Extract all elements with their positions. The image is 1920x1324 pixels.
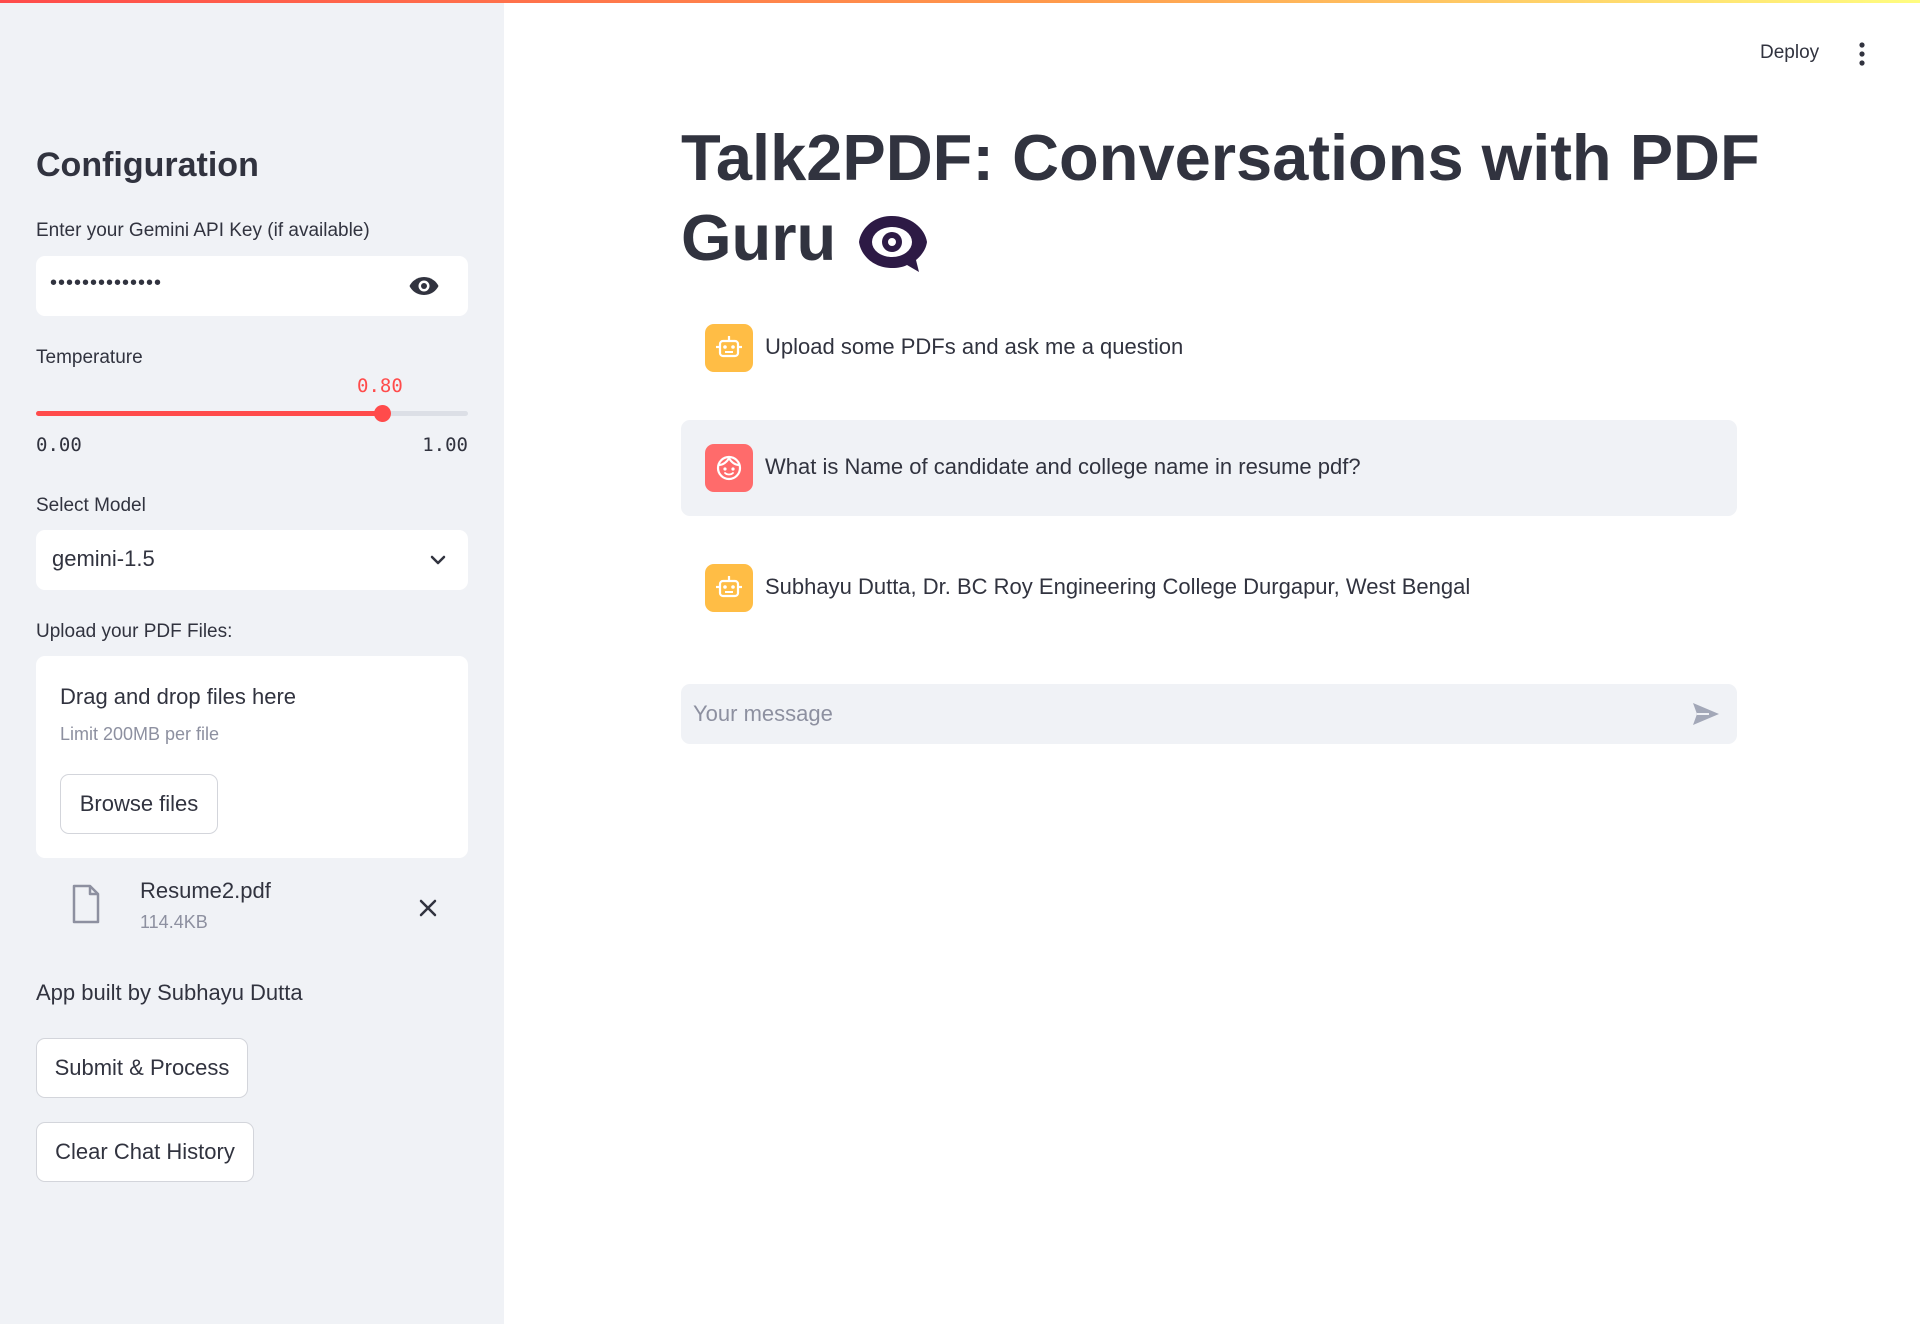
dropzone-limit: Limit 200MB per file [60,724,220,744]
uploaded-file-item: Resume2.pdf 114.4KB [36,868,468,948]
temperature-value: 0.80 [357,375,403,397]
dropzone-title: Drag and drop files here [60,684,297,709]
model-label: Select Model [36,495,146,516]
chat-message-assistant: Upload some PDFs and ask me a question [681,310,1737,386]
api-key-label: Enter your Gemini API Key (if available) [36,220,370,241]
eye-in-speech-bubble-icon [859,215,928,272]
send-icon[interactable] [1691,700,1721,728]
temperature-slider-fill [36,411,382,416]
api-key-input[interactable]: •••••••••••••• [36,256,468,316]
file-dropzone[interactable]: Drag and drop files here Limit 200MB per… [36,656,468,858]
chat-message-input[interactable]: Your message [681,684,1737,744]
temperature-min: 0.00 [36,434,82,456]
page-title-line1: Talk2PDF: Conversations with PDF [681,121,1760,194]
user-face-icon [716,455,742,481]
file-icon [72,884,100,924]
built-by-text: App built by Subhayu Dutta [36,980,303,1005]
chat-message-assistant: Subhayu Dutta, Dr. BC Roy Engineering Co… [681,550,1737,626]
chevron-down-icon [430,555,446,565]
robot-icon [716,336,742,358]
temperature-label: Temperature [36,347,143,368]
model-select[interactable]: gemini-1.5 [36,530,468,590]
file-name: Resume2.pdf [140,878,271,903]
show-password-icon[interactable] [408,274,440,298]
chat-input-placeholder: Your message [693,701,833,726]
user-avatar [705,444,753,492]
robot-icon [716,576,742,598]
temperature-slider-thumb[interactable] [373,405,391,422]
remove-file-icon[interactable] [416,896,440,920]
browse-files-button[interactable]: Browse files [60,774,218,834]
file-size: 114.4KB [140,912,208,932]
clear-chat-history-button[interactable]: Clear Chat History [36,1122,254,1182]
sidebar-heading: Configuration [36,146,259,184]
temperature-max: 1.00 [422,434,468,456]
main-menu-icon[interactable] [1856,40,1868,68]
assistant-avatar [705,324,753,372]
page-title-line2: Guru [681,201,837,274]
upload-label: Upload your PDF Files: [36,621,233,642]
temperature-slider[interactable] [36,405,468,422]
message-text: Subhayu Dutta, Dr. BC Roy Engineering Co… [765,574,1471,599]
sidebar: Configuration Enter your Gemini API Key … [0,0,504,1324]
deploy-button[interactable]: Deploy [1760,42,1819,64]
model-select-value: gemini-1.5 [52,546,155,571]
chat-message-user: What is Name of candidate and college na… [681,420,1737,516]
message-text: What is Name of candidate and college na… [765,454,1361,479]
api-key-value: •••••••••••••• [50,272,163,294]
assistant-avatar [705,564,753,612]
message-text: Upload some PDFs and ask me a question [765,334,1184,359]
top-decoration-stripe [0,0,1920,3]
page-title: Talk2PDF: Conversations with PDF Guru [681,118,1801,278]
submit-process-button[interactable]: Submit & Process [36,1038,248,1098]
